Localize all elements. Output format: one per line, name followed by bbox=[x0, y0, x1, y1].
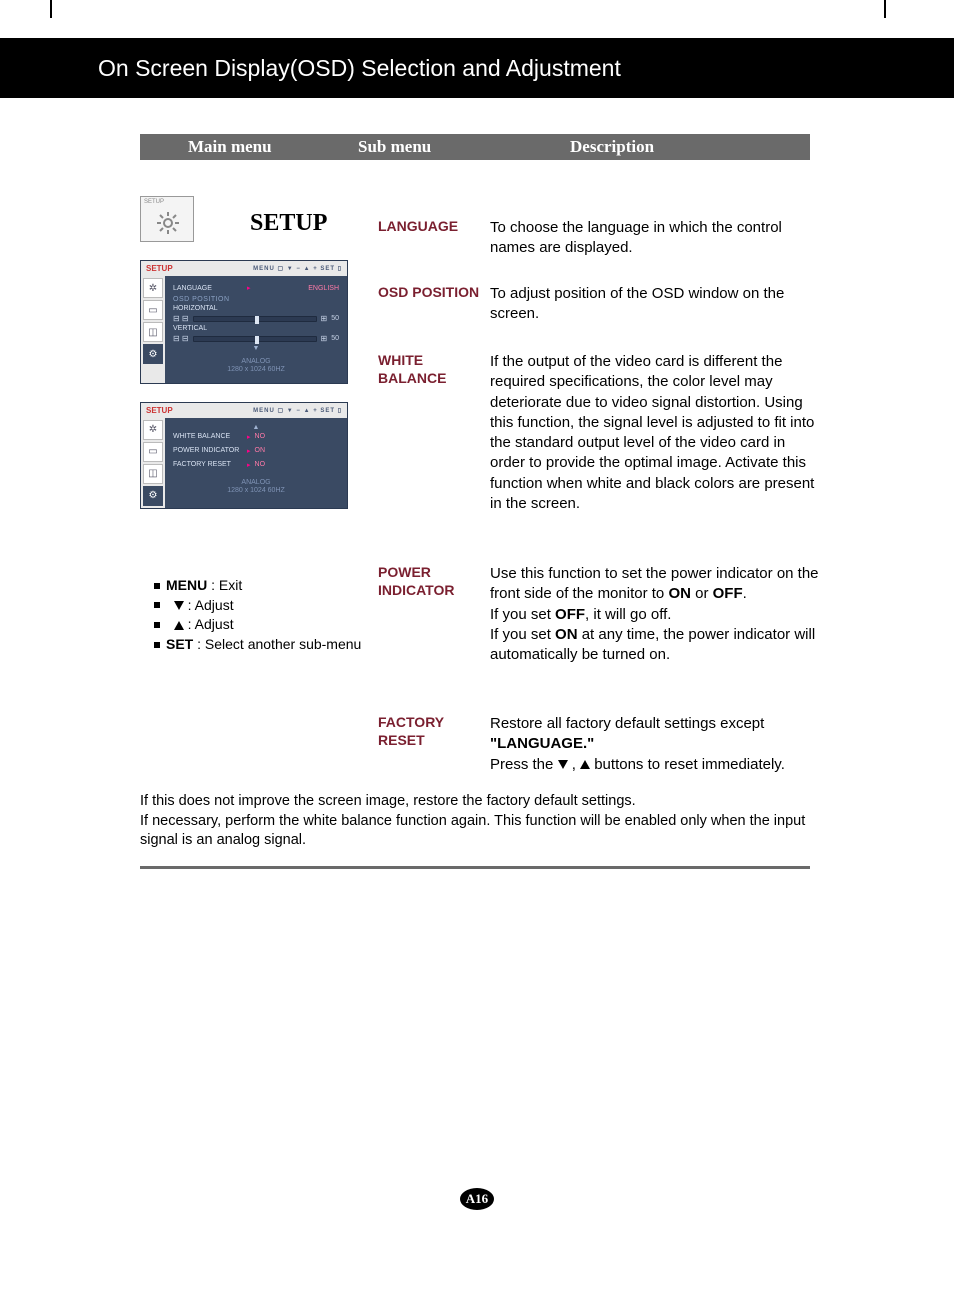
sub-osd-position: OSD POSITION bbox=[378, 284, 479, 302]
bullet-icon bbox=[154, 602, 160, 608]
osd1-title: SETUP bbox=[146, 264, 173, 273]
setup-icon: ⚙ bbox=[143, 344, 163, 364]
bullet-icon bbox=[154, 642, 160, 648]
desc-pi-2b: , it will go off. bbox=[585, 606, 671, 623]
setup-icon-box: SETUP bbox=[140, 196, 194, 242]
osd-preview-1: SETUP MENU ▢ ▼ − ▲ + SET ▯ ✲ ▭ ◫ ⚙ LANGU… bbox=[140, 260, 348, 384]
main-menu-column: SETUP SETUP SETUP MENU ▢ ▼ − ▲ + SET ▯ ✲… bbox=[140, 196, 360, 509]
osd2-pi-label: POWER INDICATOR bbox=[173, 447, 243, 454]
crop-mark bbox=[884, 0, 886, 18]
osd2-wb-label: WHITE BALANCE bbox=[173, 433, 243, 440]
down-arrow-icon: ▼ bbox=[173, 345, 339, 352]
desc-pi-1: Use this function to set the power indic… bbox=[490, 565, 819, 602]
desc-pi-3a: If you set bbox=[490, 626, 555, 643]
desc-off2: OFF bbox=[555, 606, 585, 623]
desc-white-balance: If the output of the video card is diffe… bbox=[490, 352, 820, 514]
osd-preview-2: SETUP MENU ▢ ▼ − ▲ + SET ▯ ✲ ▭ ◫ ⚙ ▲ WHI… bbox=[140, 402, 348, 509]
setup-heading: SETUP bbox=[250, 210, 327, 237]
desc-dot1: . bbox=[743, 585, 747, 602]
desc-osd-position: To adjust position of the OSD window on … bbox=[490, 284, 820, 325]
crop-mark bbox=[50, 0, 52, 18]
page-number: A16 bbox=[460, 1188, 494, 1210]
osd1-osd-position: OSD POSITION bbox=[173, 296, 339, 303]
desc-power-indicator: Use this function to set the power indic… bbox=[490, 564, 820, 665]
desc-on2: ON bbox=[555, 626, 578, 643]
osd1-vertical: VERTICAL bbox=[173, 325, 207, 332]
bullet-icon bbox=[154, 622, 160, 628]
column-header: Main menu Sub menu Description bbox=[140, 134, 810, 160]
osd2-sig1: ANALOG bbox=[241, 479, 270, 486]
legend-menu-t: : Exit bbox=[207, 577, 242, 593]
osd1-language-value: ENGLISH bbox=[308, 285, 339, 292]
legend-up-adj: : Adjust bbox=[184, 616, 234, 632]
sub-power-indicator: POWER INDICATOR bbox=[378, 564, 488, 599]
setup-icon-label: SETUP bbox=[144, 199, 164, 205]
osd1-language-label: LANGUAGE bbox=[173, 285, 243, 292]
osd2-wb-val: NO bbox=[255, 433, 266, 440]
desc-off: OFF bbox=[713, 585, 743, 602]
sub-factory-reset: FACTORY RESET bbox=[378, 714, 488, 749]
button-legend: MENU : Exit : Adjust : Adjust SET : Sele… bbox=[154, 576, 361, 654]
osd1-horizontal: HORIZONTAL bbox=[173, 305, 218, 312]
up-triangle-icon bbox=[580, 760, 590, 769]
osd2-pi-val: ON bbox=[255, 447, 266, 454]
page-title-bar: On Screen Display(OSD) Selection and Adj… bbox=[0, 38, 954, 98]
down-triangle-icon bbox=[174, 601, 184, 610]
arrow-icon: ▸ bbox=[247, 433, 251, 441]
desc-fr-2a: Press the bbox=[490, 756, 558, 773]
desc-language: To choose the language in which the cont… bbox=[490, 218, 820, 259]
arrow-icon: ▸ bbox=[247, 461, 251, 469]
desc-factory-reset: Restore all factory default settings exc… bbox=[490, 714, 785, 775]
screen-icon: ▭ bbox=[143, 300, 163, 320]
brightness-icon: ✲ bbox=[143, 420, 163, 440]
footer-note: If this does not improve the screen imag… bbox=[140, 792, 820, 851]
osd1-sidebar: ✲ ▭ ◫ ⚙ bbox=[141, 276, 165, 383]
desc-pi-2a: If you set bbox=[490, 606, 555, 623]
desc-fr-q: "LANGUAGE." bbox=[490, 735, 594, 752]
osd2-fr-val: NO bbox=[255, 461, 266, 468]
color-icon: ◫ bbox=[143, 322, 163, 342]
gear-icon bbox=[156, 211, 180, 235]
down-triangle-icon bbox=[558, 760, 568, 769]
osd2-title: SETUP bbox=[146, 406, 173, 415]
col-sub-menu: Sub menu bbox=[358, 137, 431, 157]
col-description: Description bbox=[570, 137, 654, 157]
desc-or: or bbox=[691, 585, 713, 602]
osd1-buttons: MENU ▢ ▼ − ▲ + SET ▯ bbox=[253, 265, 342, 272]
desc-fr-1: Restore all factory default settings exc… bbox=[490, 715, 764, 732]
screen-icon: ▭ bbox=[143, 442, 163, 462]
desc-fr-2c: buttons to reset immediately. bbox=[590, 756, 785, 773]
desc-fr-2b: , bbox=[568, 756, 581, 773]
arrow-icon: ▸ bbox=[247, 284, 251, 292]
osd1-sig2: 1280 x 1024 60HZ bbox=[227, 366, 285, 373]
up-arrow-icon: ▲ bbox=[173, 424, 339, 431]
divider bbox=[140, 866, 810, 869]
osd2-fr-label: FACTORY RESET bbox=[173, 461, 243, 468]
sub-white-balance: WHITE BALANCE bbox=[378, 352, 488, 387]
page-title: On Screen Display(OSD) Selection and Adj… bbox=[98, 55, 621, 82]
osd1-sig1: ANALOG bbox=[241, 358, 270, 365]
osd1-h-slider bbox=[193, 316, 317, 322]
arrow-icon: ▸ bbox=[247, 447, 251, 455]
legend-set-b: SET bbox=[166, 636, 193, 652]
col-main-menu: Main menu bbox=[188, 137, 272, 157]
osd2-sidebar: ✲ ▭ ◫ ⚙ bbox=[141, 418, 165, 508]
osd2-sig2: 1280 x 1024 60HZ bbox=[227, 487, 285, 494]
legend-menu-b: MENU bbox=[166, 577, 207, 593]
legend-down-adj: : Adjust bbox=[184, 597, 234, 613]
osd2-buttons: MENU ▢ ▼ − ▲ + SET ▯ bbox=[253, 407, 342, 414]
sub-language: LANGUAGE bbox=[378, 218, 458, 236]
bullet-icon bbox=[154, 583, 160, 589]
osd1-v-slider bbox=[193, 336, 317, 342]
osd1-v-val: 50 bbox=[331, 335, 339, 342]
color-icon: ◫ bbox=[143, 464, 163, 484]
osd1-h-val: 50 bbox=[331, 315, 339, 322]
desc-on: ON bbox=[668, 585, 691, 602]
up-triangle-icon bbox=[174, 621, 184, 630]
brightness-icon: ✲ bbox=[143, 278, 163, 298]
legend-set-t: : Select another sub-menu bbox=[193, 636, 361, 652]
setup-icon: ⚙ bbox=[143, 486, 163, 506]
